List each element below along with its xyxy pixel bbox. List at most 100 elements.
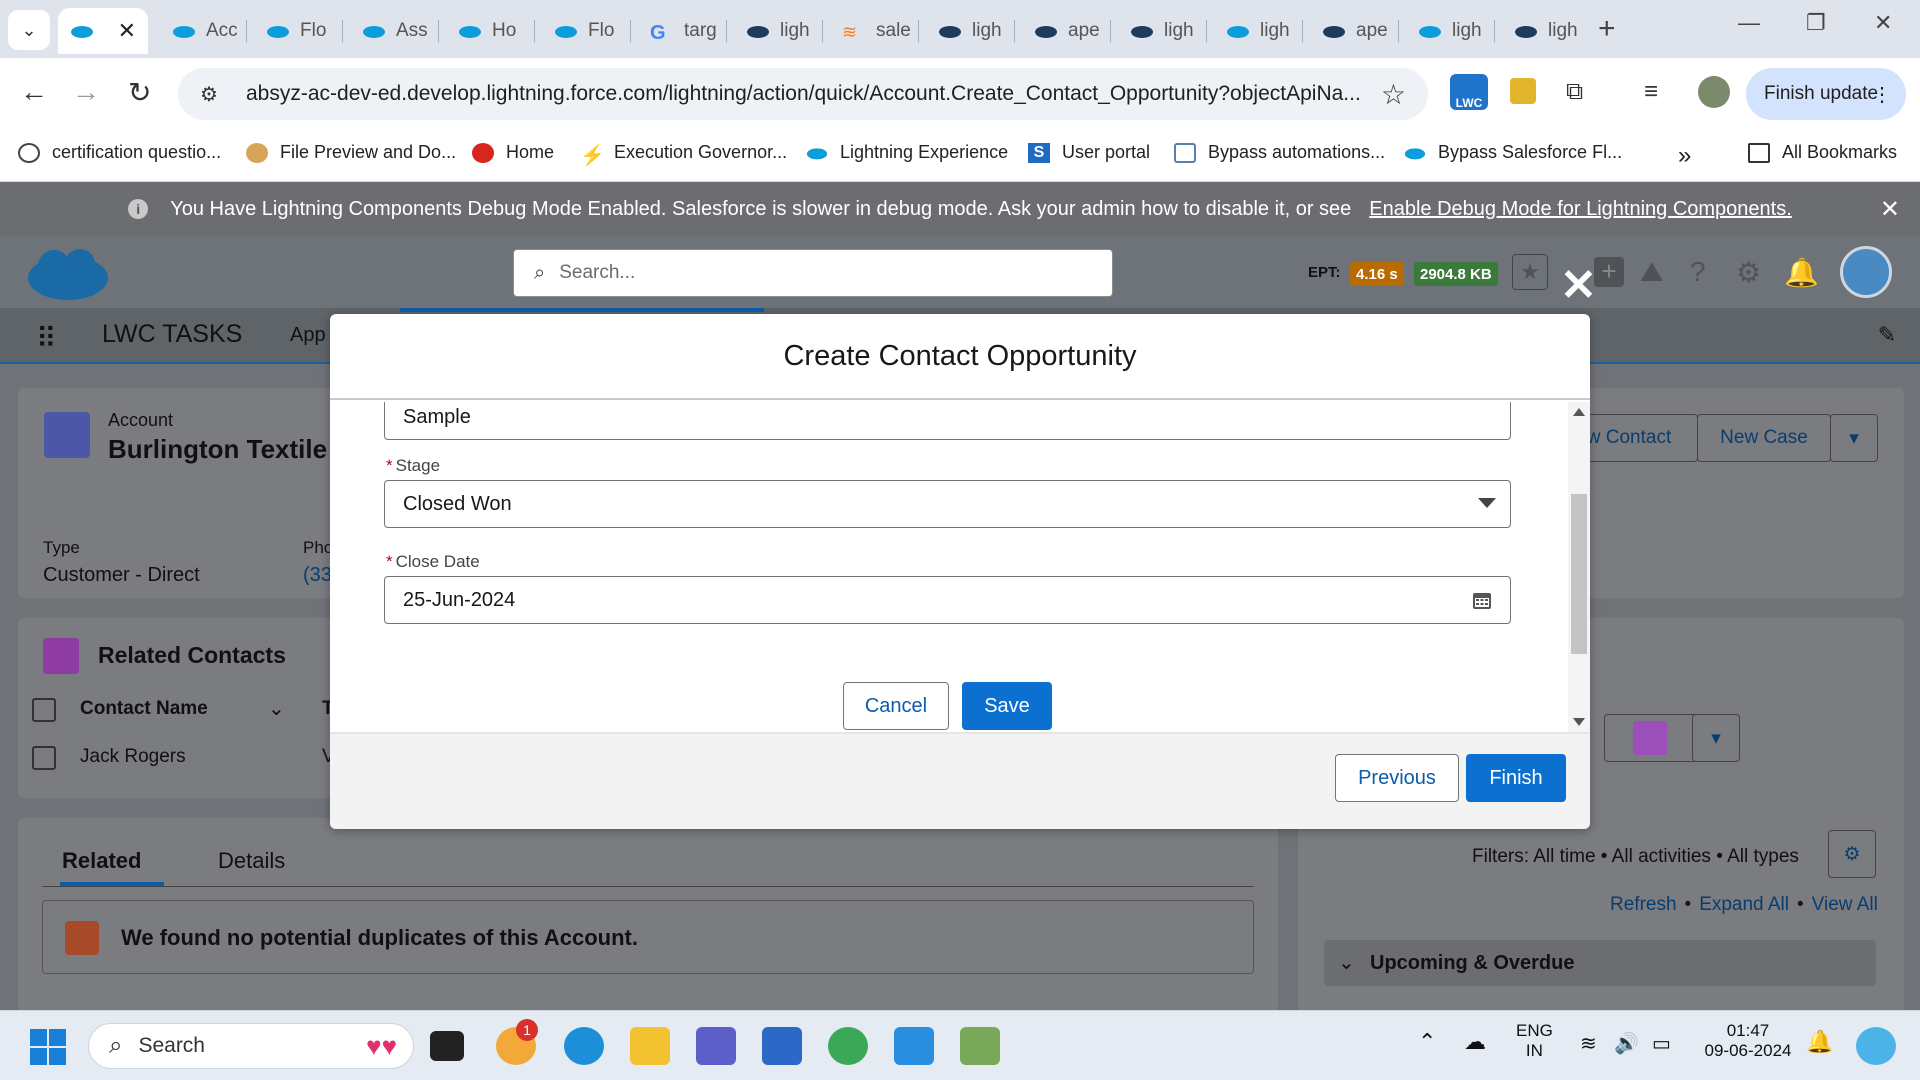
edge-browser-icon[interactable] xyxy=(564,1027,604,1065)
close-icon[interactable]: ✕ xyxy=(1880,195,1900,224)
new-tab-icon[interactable]: + xyxy=(1598,12,1616,46)
tab-item[interactable]: ligh xyxy=(1214,8,1294,54)
tab-item[interactable]: Flo xyxy=(542,8,622,54)
chrome-icon[interactable] xyxy=(828,1027,868,1065)
media-controls-icon[interactable]: ≡ xyxy=(1644,78,1658,106)
tab-active[interactable]: ✕ xyxy=(58,8,148,54)
reload-icon[interactable]: ↻ xyxy=(128,76,151,109)
phone-value[interactable]: (33 xyxy=(303,564,332,587)
calendar-icon[interactable] xyxy=(1472,590,1492,610)
finish-button[interactable]: Finish xyxy=(1466,754,1566,802)
more-actions-button[interactable]: ▾ xyxy=(1830,414,1878,462)
opportunity-name-input[interactable]: Sample xyxy=(384,402,1511,440)
tab-item[interactable]: Acc xyxy=(160,8,240,54)
lwc-extension-icon[interactable]: LWC xyxy=(1450,74,1488,110)
restore-icon[interactable]: ❐ xyxy=(1806,10,1826,36)
close-window-icon[interactable]: ✕ xyxy=(1874,10,1892,36)
stage-select[interactable]: Closed Won xyxy=(384,480,1511,528)
trailhead-icon[interactable]: ⛰ xyxy=(1640,256,1664,289)
tab-item[interactable]: ligh xyxy=(926,8,1006,54)
microsoft-store-icon[interactable] xyxy=(762,1027,802,1065)
extensions-puzzle-icon[interactable]: ⧉ xyxy=(1566,78,1583,106)
teams-icon[interactable] xyxy=(696,1027,736,1065)
bookmark-item[interactable]: Bypass Salesforce Fl... xyxy=(1404,142,1622,163)
copilot-icon[interactable] xyxy=(1856,1027,1896,1065)
nav-item-app[interactable]: App xyxy=(290,324,326,347)
notifications-bell-icon[interactable]: 🔔 xyxy=(1784,256,1819,289)
back-icon[interactable]: ← xyxy=(20,76,48,108)
windows-start-icon[interactable] xyxy=(30,1029,66,1065)
tab-item[interactable]: ape xyxy=(1022,8,1102,54)
edit-nav-icon[interactable]: ✎ xyxy=(1878,322,1896,348)
volume-icon[interactable]: 🔊 xyxy=(1614,1031,1639,1056)
view-all-link[interactable]: View All xyxy=(1812,894,1878,916)
tab-item[interactable]: Gtarg xyxy=(638,8,718,54)
scroll-thumb[interactable] xyxy=(1571,494,1587,654)
cancel-button[interactable]: Cancel xyxy=(843,682,949,730)
tab-item[interactable]: Ass xyxy=(350,8,430,54)
bookmark-item[interactable]: certification questio... xyxy=(18,142,221,163)
previous-button[interactable]: Previous xyxy=(1335,754,1459,802)
tab-item[interactable]: ligh xyxy=(734,8,814,54)
finish-update-button[interactable]: Finish update ⋮ xyxy=(1746,68,1906,120)
bookmark-item[interactable]: Bypass automations... xyxy=(1174,142,1385,163)
url-text[interactable]: absyz-ac-dev-ed.develop.lightning.force.… xyxy=(246,82,1376,106)
notification-bell-icon[interactable]: 🔔 xyxy=(1806,1029,1833,1055)
app-launcher-icon[interactable]: ⠿ xyxy=(36,322,56,355)
add-icon[interactable]: + xyxy=(1594,257,1624,287)
profile-avatar[interactable] xyxy=(1698,76,1730,108)
tab-item[interactable]: ≋ sale xyxy=(830,8,910,54)
screenshot-tool-icon[interactable] xyxy=(960,1027,1000,1065)
expand-all-link[interactable]: Expand All xyxy=(1699,894,1789,916)
scroll-up-icon[interactable] xyxy=(1573,408,1585,416)
upcoming-overdue-section[interactable]: ⌄ Upcoming & Overdue xyxy=(1324,940,1876,986)
site-info-icon[interactable]: ⚙ xyxy=(200,82,226,107)
language-indicator[interactable]: ENG IN xyxy=(1516,1021,1553,1061)
chevron-up-icon[interactable]: ⌃ xyxy=(1418,1029,1436,1055)
sort-chevron-icon[interactable]: ⌄ xyxy=(268,696,285,721)
minimize-icon[interactable]: — xyxy=(1738,10,1760,36)
forward-icon[interactable]: → xyxy=(72,76,100,108)
close-modal-icon[interactable]: ✕ xyxy=(1560,260,1597,311)
vscode-icon[interactable] xyxy=(894,1027,934,1065)
bookmark-item[interactable]: File Preview and Do... xyxy=(246,142,456,163)
setup-gear-icon[interactable]: ⚙ xyxy=(1736,256,1761,289)
bookmark-item[interactable]: Home xyxy=(472,142,554,163)
tab-item[interactable]: ligh xyxy=(1502,8,1582,54)
tab-search-button[interactable]: ⌄ xyxy=(8,10,50,50)
calendar-button[interactable] xyxy=(1606,714,1694,762)
clock[interactable]: 01:47 09-06-2024 xyxy=(1700,1021,1796,1061)
bookmark-item[interactable]: S User portal xyxy=(1028,142,1150,163)
new-case-button[interactable]: New Case xyxy=(1697,414,1831,462)
close-tab-icon[interactable]: ✕ xyxy=(118,18,136,44)
row-checkbox[interactable] xyxy=(32,746,56,770)
scroll-down-icon[interactable] xyxy=(1573,718,1585,726)
file-explorer-icon[interactable] xyxy=(630,1027,670,1065)
modal-scrollbar[interactable] xyxy=(1568,402,1590,732)
activity-settings-button[interactable]: ⚙ xyxy=(1828,830,1876,878)
user-avatar[interactable] xyxy=(1840,246,1892,298)
column-header-contact-name[interactable]: Contact Name xyxy=(80,698,208,720)
inspector-extension-icon[interactable] xyxy=(1510,78,1536,104)
onedrive-icon[interactable]: ☁ xyxy=(1464,1029,1486,1055)
battery-icon[interactable]: ▭ xyxy=(1652,1031,1671,1056)
all-bookmarks-button[interactable]: All Bookmarks xyxy=(1748,142,1897,163)
favorites-star-icon[interactable]: ★ xyxy=(1512,254,1548,290)
taskbar-search[interactable]: ⌕ Search ♥♥ xyxy=(88,1023,414,1069)
bookmark-item[interactable]: Lightning Experience xyxy=(806,142,1008,163)
bookmark-star-icon[interactable]: ☆ xyxy=(1381,78,1406,111)
salesforce-logo[interactable] xyxy=(24,246,112,304)
tab-item[interactable]: Flo xyxy=(254,8,334,54)
tab-item[interactable]: ligh xyxy=(1118,8,1198,54)
task-view-icon[interactable] xyxy=(430,1031,464,1061)
address-bar[interactable]: ⚙ absyz-ac-dev-ed.develop.lightning.forc… xyxy=(178,68,1428,120)
tab-details[interactable]: Details xyxy=(218,848,285,874)
tab-item[interactable]: Ho xyxy=(446,8,526,54)
refresh-link[interactable]: Refresh xyxy=(1610,894,1677,916)
select-all-checkbox[interactable] xyxy=(32,698,56,722)
activity-dropdown-button[interactable]: ▾ xyxy=(1692,714,1740,762)
bookmark-item[interactable]: ⚡ Execution Governor... xyxy=(580,142,787,167)
tab-item[interactable]: ape xyxy=(1310,8,1390,54)
tab-related[interactable]: Related xyxy=(62,848,141,874)
debug-mode-link[interactable]: Enable Debug Mode for Lightning Componen… xyxy=(1369,198,1792,221)
